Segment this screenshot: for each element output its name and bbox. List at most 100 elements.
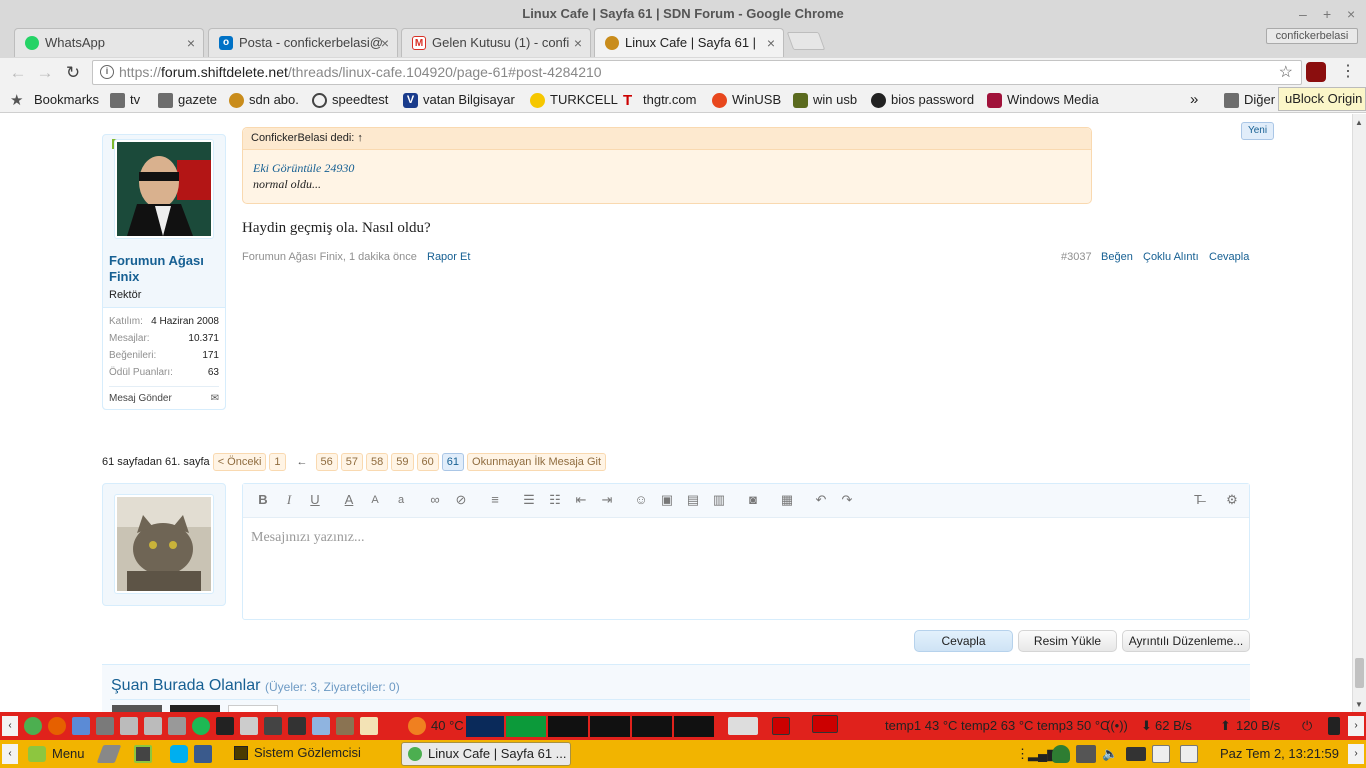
- bookmark-bios-password[interactable]: bios password: [871, 91, 974, 109]
- clock[interactable]: Paz Tem 2, 13:21:59: [1220, 740, 1339, 768]
- remove-format-icon[interactable]: T̶: [1189, 492, 1207, 508]
- bookmark-windows-media[interactable]: Windows Media: [987, 91, 1099, 109]
- camera-icon[interactable]: ◙: [744, 492, 762, 508]
- app-icon[interactable]: [72, 717, 90, 735]
- outdent-icon[interactable]: ⇤: [572, 492, 590, 508]
- disk-graph[interactable]: [632, 716, 672, 737]
- tab-linux-cafe[interactable]: Linux Cafe | Sayfa 61 | ×: [594, 28, 784, 57]
- panel-scroll-right[interactable]: ›: [1348, 744, 1364, 764]
- reply-link[interactable]: Cevapla: [1209, 251, 1249, 263]
- font-family-button[interactable]: a: [392, 492, 410, 508]
- bookmark-other[interactable]: Diğer: [1224, 91, 1275, 109]
- align-icon[interactable]: ≡: [486, 492, 504, 508]
- panel-scroll-left[interactable]: ‹: [2, 716, 18, 736]
- redo-icon[interactable]: ↷: [838, 492, 856, 508]
- clipboard-icon[interactable]: [1180, 745, 1198, 763]
- menu-button[interactable]: Menu: [24, 740, 85, 764]
- online-avatar[interactable]: [112, 705, 162, 712]
- new-tab-button[interactable]: [786, 32, 826, 50]
- text-color-button[interactable]: A: [340, 492, 358, 508]
- quote-attachment-link[interactable]: Eki Görüntüle 24930: [253, 161, 354, 176]
- app-icon[interactable]: [120, 717, 138, 735]
- font-size-button[interactable]: A: [366, 492, 384, 508]
- online-title[interactable]: Şuan Burada Olanlar: [111, 677, 260, 695]
- bookmark-thgtr[interactable]: Tthgtr.com: [623, 91, 696, 109]
- bookmarks-manager[interactable]: ★ Bookmarks: [10, 91, 99, 109]
- menu-dots-icon[interactable]: ⋮: [1340, 61, 1356, 81]
- firefox-icon[interactable]: [48, 717, 66, 735]
- bookmark-vatan[interactable]: Vvatan Bilgisayar: [403, 91, 515, 109]
- link-icon[interactable]: ∞: [426, 492, 444, 508]
- close-window-button[interactable]: ×: [1347, 0, 1355, 28]
- screen-icon[interactable]: [812, 715, 838, 733]
- spotify-icon[interactable]: [192, 717, 210, 735]
- bullet-list-icon[interactable]: ☰: [520, 492, 538, 508]
- upload-image-button[interactable]: Resim Yükle: [1018, 630, 1117, 652]
- tab-whatsapp[interactable]: WhatsApp ×: [14, 28, 204, 57]
- notes-icon[interactable]: [360, 717, 378, 735]
- battery-icon[interactable]: [1126, 747, 1146, 761]
- page-61-button[interactable]: 61: [441, 453, 465, 471]
- page-58-button[interactable]: 58: [366, 453, 389, 471]
- page-59-button[interactable]: 59: [391, 453, 414, 471]
- bookmark-win-usb[interactable]: win usb: [793, 91, 857, 109]
- bookmark-turkcell[interactable]: TURKCELL: [530, 91, 618, 109]
- close-icon[interactable]: ×: [574, 29, 582, 57]
- bookmark-gazete[interactable]: gazete: [158, 91, 217, 109]
- panel-scroll-right[interactable]: ›: [1348, 716, 1364, 736]
- advanced-edit-button[interactable]: Ayrıntılı Düzenleme...: [1122, 630, 1250, 652]
- scroll-up-icon[interactable]: ▲: [1355, 118, 1363, 127]
- close-icon[interactable]: ×: [187, 29, 195, 57]
- shield-icon[interactable]: [1052, 745, 1070, 763]
- panel-scroll-left[interactable]: ‹: [2, 744, 18, 764]
- prev-page-button[interactable]: < Önceki: [212, 453, 267, 471]
- profile-button[interactable]: confickerbelasi: [1266, 28, 1358, 44]
- skype-icon[interactable]: [170, 745, 188, 763]
- lock-icon[interactable]: [1328, 717, 1340, 735]
- chrome-icon[interactable]: [24, 717, 42, 735]
- swap-graph[interactable]: [674, 716, 714, 737]
- media-player-icon[interactable]: [264, 717, 282, 735]
- app-icon[interactable]: [144, 717, 162, 735]
- task-chrome[interactable]: Linux Cafe | Sayfa 61 ...: [401, 742, 571, 766]
- page-1-button[interactable]: 1: [269, 453, 286, 471]
- bookmark-winusb[interactable]: WinUSB: [712, 91, 781, 109]
- page-60-button[interactable]: 60: [416, 453, 439, 471]
- italic-button[interactable]: I: [280, 492, 298, 508]
- app-icon[interactable]: [96, 717, 114, 735]
- show-desktop-icon[interactable]: [96, 745, 122, 763]
- back-icon[interactable]: ←: [7, 62, 29, 84]
- page-56-button[interactable]: 56: [315, 453, 338, 471]
- message-input[interactable]: Mesajınızı yazınız...: [251, 530, 365, 546]
- unread-first-button[interactable]: Okunmayan İlk Mesaja Git: [467, 453, 607, 471]
- online-avatar[interactable]: [170, 705, 220, 712]
- underline-button[interactable]: U: [306, 492, 324, 508]
- tab-gmail[interactable]: M Gelen Kutusu (1) - confi ×: [401, 28, 591, 57]
- file-manager-icon[interactable]: [134, 745, 152, 763]
- undo-icon[interactable]: ↶: [812, 492, 830, 508]
- minimize-button[interactable]: –: [1299, 0, 1307, 28]
- indent-icon[interactable]: ⇥: [598, 492, 616, 508]
- chrome-task-icon[interactable]: [728, 717, 758, 735]
- record-icon[interactable]: [772, 717, 790, 735]
- reply-button[interactable]: Cevapla: [914, 630, 1013, 652]
- task-system-monitor[interactable]: Sistem Gözlemcisi: [228, 742, 396, 766]
- scrollbar-thumb[interactable]: [1355, 658, 1364, 688]
- unlink-icon[interactable]: ⊘: [452, 492, 470, 508]
- send-message-link[interactable]: Mesaj Gönder: [109, 393, 172, 404]
- app-icon[interactable]: [194, 745, 212, 763]
- address-bar[interactable]: i https://forum.shiftdelete.net/threads/…: [92, 60, 1302, 85]
- my-avatar[interactable]: [114, 494, 214, 594]
- insert-icon[interactable]: ▥: [710, 492, 728, 508]
- scroll-down-icon[interactable]: ▼: [1355, 700, 1363, 709]
- page-57-button[interactable]: 57: [340, 453, 364, 471]
- app-icon[interactable]: [240, 717, 258, 735]
- volume-icon[interactable]: 🔈: [1102, 740, 1118, 768]
- calculator-icon[interactable]: [168, 717, 186, 735]
- gimp-icon[interactable]: [336, 717, 354, 735]
- reload-icon[interactable]: ↻: [62, 62, 84, 84]
- ublock-icon[interactable]: [1306, 62, 1326, 82]
- bookmark-speedtest[interactable]: speedtest: [312, 91, 388, 109]
- user-name[interactable]: Forumun Ağası Finix: [109, 253, 219, 285]
- maximize-button[interactable]: +: [1323, 0, 1331, 28]
